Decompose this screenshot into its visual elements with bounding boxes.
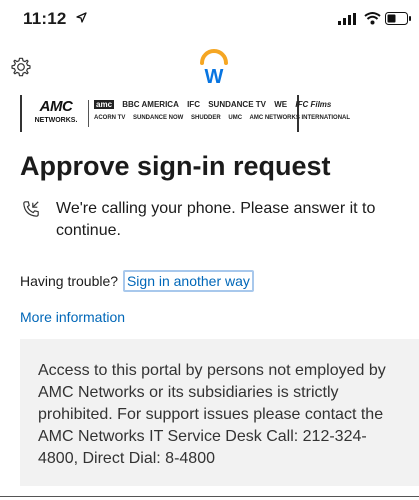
brand-banner: AMC NETWORKS. amc BBC AMERICA IFC SUNDAN… bbox=[20, 95, 350, 132]
notice-box: Access to this portal by persons not emp… bbox=[20, 339, 419, 486]
brand-amc-networks-international: AMC NETWORKS INTERNATIONAL bbox=[249, 115, 351, 121]
location-arrow-icon bbox=[76, 12, 87, 23]
notice-text: Access to this portal by persons not emp… bbox=[38, 362, 386, 467]
battery-icon bbox=[385, 12, 411, 25]
wifi-icon bbox=[364, 12, 381, 25]
gear-icon[interactable] bbox=[10, 56, 32, 78]
banner-divider bbox=[88, 100, 89, 127]
brand-ifc-films: IFC Films bbox=[295, 100, 332, 109]
phone-call-icon bbox=[23, 201, 39, 217]
brand-row-1: amc BBC AMERICA IFC SUNDANCE TV WE IFC F… bbox=[94, 100, 337, 109]
cellular-signal-icon bbox=[338, 13, 356, 25]
brand-main-top: AMC bbox=[39, 98, 73, 115]
workday-logo: W bbox=[200, 49, 228, 86]
more-information-link[interactable]: More information bbox=[20, 309, 125, 325]
brand-row-2: ACORN TV SUNDANCE NOW SHUDDER UMC AMC NE… bbox=[94, 115, 356, 121]
brand-sundance-now: SUNDANCE NOW bbox=[133, 115, 184, 121]
call-message: We're calling your phone. Please answer … bbox=[56, 200, 376, 239]
brand-ifc: IFC bbox=[187, 100, 200, 109]
brand-acorn-tv: ACORN TV bbox=[94, 115, 126, 121]
trouble-row: Having trouble? Sign in another way bbox=[20, 270, 254, 292]
amc-networks-logo: AMC NETWORKS. bbox=[30, 99, 82, 124]
status-bar: 11:12 bbox=[0, 0, 419, 40]
brand-we: WE bbox=[274, 100, 288, 109]
brand-sundance-tv: SUNDANCE TV bbox=[208, 100, 266, 109]
logo-letter: W bbox=[205, 66, 224, 86]
bottom-divider bbox=[0, 496, 419, 497]
brand-shudder: SHUDDER bbox=[191, 115, 221, 121]
sign-in-another-way-link[interactable]: Sign in another way bbox=[122, 270, 254, 292]
brand-amc: amc bbox=[94, 100, 115, 109]
brand-bbc-america: BBC AMERICA bbox=[122, 100, 179, 109]
trouble-label: Having trouble? bbox=[20, 273, 119, 289]
page-title: Approve sign-in request bbox=[20, 151, 331, 181]
brand-umc: UMC bbox=[228, 115, 243, 121]
status-time: 11:12 bbox=[23, 9, 67, 28]
brand-main-bottom: NETWORKS. bbox=[34, 117, 78, 124]
